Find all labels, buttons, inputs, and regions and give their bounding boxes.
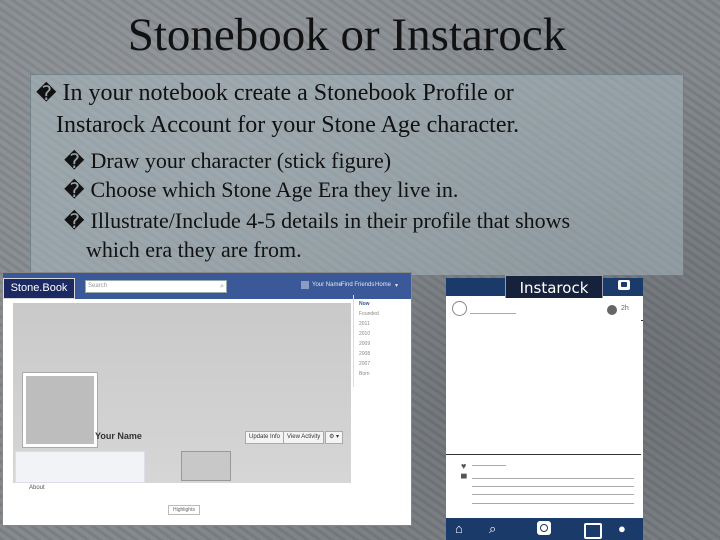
chevron-down-icon[interactable]: ▾ xyxy=(395,282,398,289)
nav-find-friends[interactable]: Find Friends xyxy=(341,282,374,288)
timeline-divider xyxy=(353,295,354,387)
update-info-button[interactable]: Update Info xyxy=(245,431,285,444)
camera-icon[interactable] xyxy=(537,521,551,535)
activity-icon[interactable] xyxy=(584,523,602,539)
bullet-icon: � xyxy=(64,211,85,233)
info-box xyxy=(15,451,145,483)
bullet-icon: � xyxy=(64,151,85,173)
avatar[interactable] xyxy=(452,301,467,316)
year-item[interactable]: Now xyxy=(359,301,409,307)
stonebook-profile-mockup: Search ⌕ Your Name Find Friends Home ▾ Y… xyxy=(2,272,412,526)
photo-thumbnail[interactable] xyxy=(181,451,231,481)
slide-title: Stonebook or Instarock xyxy=(127,9,567,61)
instruction-line-2: Instarock Account for your Stone Age cha… xyxy=(56,112,520,138)
instruction-line-1: � In your notebook create a Stonebook Pro… xyxy=(36,80,514,106)
home-icon[interactable]: ⌂ xyxy=(455,521,473,537)
search-input[interactable]: Search ⌕ xyxy=(85,280,227,293)
bullet-icon: � xyxy=(36,83,57,105)
clock-icon xyxy=(607,305,617,315)
year-item[interactable]: 2011 xyxy=(359,321,409,327)
year-item[interactable]: Founded xyxy=(359,311,409,317)
sub-bullet-3-cont: which era they are from. xyxy=(86,237,302,262)
profile-picture[interactable] xyxy=(23,373,97,447)
timeline-years: Now Founded 2011 2010 2009 2008 2007 Bor… xyxy=(355,297,409,377)
highlights-button[interactable]: Highlights xyxy=(168,505,200,515)
comment-icon[interactable]: ▀ xyxy=(461,474,467,483)
search-icon: ⌕ xyxy=(220,283,224,290)
inbox-icon[interactable] xyxy=(618,280,630,290)
year-item[interactable]: 2010 xyxy=(359,331,409,337)
caption-line xyxy=(472,478,634,479)
caption-line xyxy=(472,494,634,495)
about-label: About xyxy=(29,485,45,491)
view-activity-button[interactable]: View Activity xyxy=(283,431,325,444)
sub-bullet-3: � Illustrate/Include 4-5 details in their… xyxy=(64,208,571,233)
settings-icon[interactable]: ⚙ ▾ xyxy=(325,431,344,444)
profile-icon[interactable]: ● xyxy=(618,521,626,537)
caption-line xyxy=(472,503,634,504)
heart-icon[interactable]: ♥ xyxy=(461,461,466,471)
avatar xyxy=(301,281,309,289)
year-item[interactable]: Born xyxy=(359,371,409,377)
likes-line xyxy=(472,465,506,466)
username-line xyxy=(470,313,516,314)
year-item[interactable]: 2009 xyxy=(359,341,409,347)
post-time: 2h xyxy=(621,305,629,312)
sub-bullet-2: � Choose which Stone Age Era they live in… xyxy=(64,177,459,202)
bullet-icon: � xyxy=(64,180,85,202)
search-icon[interactable]: ⌕ xyxy=(489,521,496,537)
stonebook-label: Stone.Book xyxy=(3,278,75,299)
nav-home[interactable]: Home xyxy=(375,282,391,288)
profile-name: Your Name xyxy=(95,431,142,441)
post-photo[interactable] xyxy=(446,320,641,455)
sub-bullet-1: � Draw your character (stick figure) xyxy=(64,148,392,173)
caption-line xyxy=(472,486,634,487)
nav-your-name[interactable]: Your Name xyxy=(312,282,342,288)
year-item[interactable]: 2008 xyxy=(359,351,409,357)
year-item[interactable]: 2007 xyxy=(359,361,409,367)
